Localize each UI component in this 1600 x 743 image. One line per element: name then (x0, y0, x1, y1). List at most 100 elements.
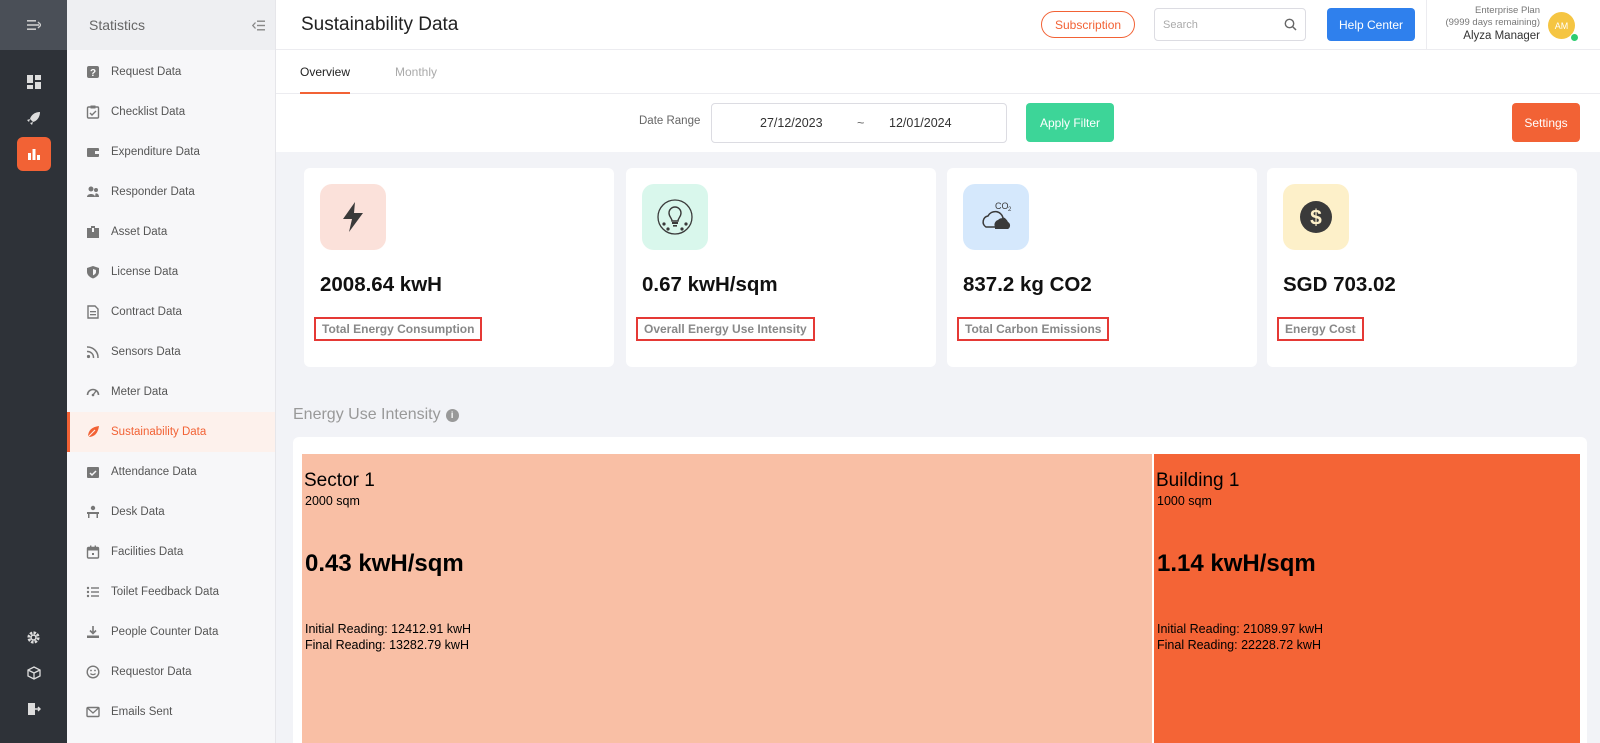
card-value: 2008.64 kwH (320, 273, 442, 296)
dollar-coin-icon: $ (1300, 201, 1332, 233)
user-name[interactable]: Alyza Manager (1445, 30, 1540, 42)
sidebar-item-license-data[interactable]: License Data (67, 252, 275, 292)
lightning-icon (343, 202, 363, 232)
rocket-icon (27, 111, 40, 125)
search-box (1154, 8, 1306, 41)
sidebar-item-sensors-data[interactable]: Sensors Data (67, 332, 275, 372)
gauge-icon (86, 385, 100, 399)
sidebar-item-label: Meter Data (111, 386, 168, 398)
svg-text:2: 2 (1008, 207, 1012, 213)
sidebar-item-label: Asset Data (111, 226, 168, 238)
energy-intensity-card: 0.67 kwH/sqm Overall Energy Use Intensit… (626, 168, 936, 367)
wallet-icon (86, 145, 100, 159)
plan-name: Enterprise Plan (1475, 5, 1540, 16)
sidebar-item-label: Toilet Feedback Data (111, 586, 220, 598)
help-center-button[interactable]: Help Center (1327, 8, 1415, 41)
sidebar-item-checklist-data[interactable]: Checklist Data (67, 92, 275, 132)
sidebar-item-desk-data[interactable]: Desk Data (67, 492, 275, 532)
sidebar-item-responder-data[interactable]: Responder Data (67, 172, 275, 212)
signal-icon (86, 345, 100, 359)
rail-rocket[interactable] (17, 101, 51, 135)
sidebar-item-contract-data[interactable]: Contract Data (67, 292, 275, 332)
sidebar-item-facilities-data[interactable]: Facilities Data (67, 532, 275, 572)
statistics-icon (27, 149, 40, 160)
start-date[interactable]: 27/12/2023 (760, 116, 823, 130)
plan-days: (9999 days remaining) (1445, 17, 1540, 28)
sidebar-item-requestor-data[interactable]: Requestor Data (67, 652, 275, 692)
sidebar-item-attendance-data[interactable]: Attendance Data (67, 452, 275, 492)
card-icon-box: CO 2 (963, 184, 1029, 250)
list-icon (86, 585, 100, 599)
sidebar-item-label: Contract Data (111, 306, 182, 318)
sidebar-item-meter-data[interactable]: Meter Data (67, 372, 275, 412)
gear-icon (27, 630, 40, 644)
sidebar-item-people-counter-data[interactable]: People Counter Data (67, 612, 275, 652)
question-icon: ? (86, 65, 100, 79)
sidebar-item-label: People Counter Data (111, 626, 219, 638)
online-status-dot (1570, 33, 1579, 42)
sidebar-item-toilet-feedback-data[interactable]: Toilet Feedback Data (67, 572, 275, 612)
sidebar-item-label: Sensors Data (111, 346, 181, 358)
tile-eui-value: 0.43 kwH/sqm (305, 550, 464, 577)
header-divider (1426, 0, 1427, 50)
energy-consumption-card: 2008.64 kwH Total Energy Consumption (304, 168, 614, 367)
sidebar-item-label: Facilities Data (111, 546, 184, 558)
calendar-check-icon (86, 465, 100, 479)
apply-filter-button[interactable]: Apply Filter (1026, 103, 1114, 142)
end-date[interactable]: 12/01/2024 (889, 116, 952, 130)
subscription-button[interactable]: Subscription (1041, 11, 1136, 38)
rail-modules[interactable] (17, 656, 51, 690)
tile-eui-value: 1.14 kwH/sqm (1157, 550, 1316, 577)
top-header: Sustainability Data Subscription Help Ce… (276, 0, 1600, 50)
card-label: Energy Cost (1277, 317, 1364, 341)
search-icon[interactable] (1284, 18, 1297, 31)
card-label: Total Carbon Emissions (957, 317, 1110, 341)
sidebar-item-request-data[interactable]: ? Request Data (67, 52, 275, 92)
dashboard-icon (26, 75, 41, 89)
filter-bar: Date Range 27/12/2023 ~ 12/01/2024 Apply… (276, 94, 1600, 152)
date-separator: ~ (857, 116, 865, 130)
sidebar-item-label: License Data (111, 266, 179, 278)
sidebar-item-label: Expenditure Data (111, 146, 200, 158)
carbon-emissions-card: CO 2 837.2 kg CO2 Total Carbon Emissions (947, 168, 1257, 367)
plan-info: Enterprise Plan (9999 days remaining) Al… (1445, 5, 1540, 42)
eui-title-text: Energy Use Intensity (293, 406, 441, 423)
rail-logout[interactable] (17, 692, 51, 726)
tile-area: 2000 sqm (305, 494, 360, 508)
eui-section-title: Energy Use Intensity i (293, 406, 459, 424)
sidebar-list: ? Request Data Checklist Data Expenditure D… (67, 50, 275, 732)
sidebar-item-sustainability-data[interactable]: Sustainability Data (67, 412, 275, 452)
treemap-tile-building-1[interactable]: Building 1 1000 sqm 1.14 kwH/sqm Initial… (1154, 454, 1580, 743)
tab-monthly[interactable]: Monthly (395, 50, 437, 94)
sidebar-item-asset-data[interactable]: Asset Data (67, 212, 275, 252)
card-value: SGD 703.02 (1283, 273, 1396, 296)
card-icon-box (642, 184, 708, 250)
mail-icon (86, 705, 100, 719)
card-icon-box: $ (1283, 184, 1349, 250)
search-input[interactable] (1163, 18, 1284, 31)
settings-button[interactable]: Settings (1512, 103, 1580, 142)
desk-icon (86, 505, 100, 519)
card-icon-box (320, 184, 386, 250)
cube-icon (26, 666, 41, 680)
tab-overview[interactable]: Overview (300, 50, 351, 94)
checklist-icon (86, 105, 100, 119)
shield-icon (86, 265, 100, 279)
sidebar-item-label: Desk Data (111, 506, 165, 518)
rail-dashboard[interactable] (17, 65, 51, 99)
date-range-picker[interactable]: 27/12/2023 ~ 12/01/2024 (711, 103, 1007, 143)
treemap-tile-sector-1[interactable]: Sector 1 2000 sqm 0.43 kwH/sqm Initial R… (302, 454, 1152, 743)
svg-text:?: ? (90, 68, 96, 79)
sidebar-item-label: Request Data (111, 66, 182, 78)
info-icon[interactable]: i (445, 408, 459, 422)
view-tabs: Overview Monthly (276, 50, 1600, 94)
sidebar-item-expenditure-data[interactable]: Expenditure Data (67, 132, 275, 172)
svg-text:CO: CO (995, 201, 1009, 211)
rail-settings[interactable] (17, 620, 51, 654)
sidebar-item-label: Responder Data (111, 186, 195, 198)
sidebar-item-emails-sent[interactable]: Emails Sent (67, 692, 275, 732)
menu-toggle[interactable] (0, 0, 67, 50)
page-title: Sustainability Data (301, 13, 459, 35)
collapse-sidebar-icon[interactable] (252, 20, 265, 31)
rail-statistics[interactable] (16, 137, 51, 171)
